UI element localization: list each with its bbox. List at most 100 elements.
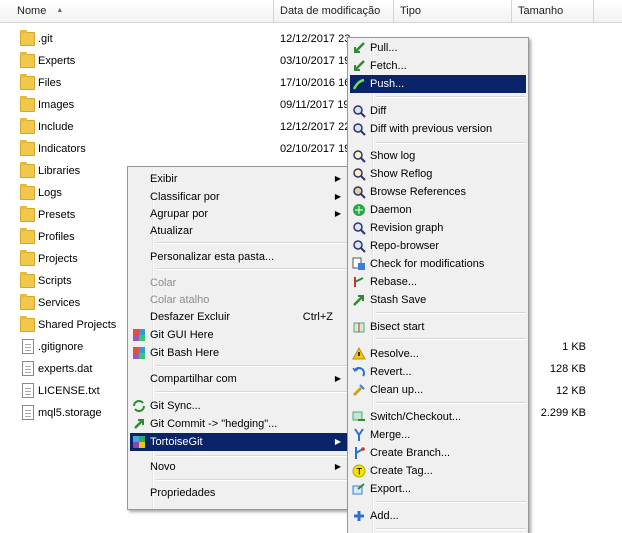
menu-item-merge[interactable]: Merge... [350, 426, 526, 444]
menu-item-novo[interactable]: Novo ▶ [130, 458, 347, 476]
menu-separator [156, 455, 347, 457]
folder-icon [20, 228, 35, 244]
menu-item-git-commit[interactable]: Git Commit -> "hedging"... [130, 415, 347, 433]
menu-item-label: Show Reflog [370, 168, 433, 180]
menu-item-diff-previous[interactable]: Diff with previous version [350, 120, 526, 138]
menu-separator [376, 338, 526, 340]
folder-icon [20, 206, 35, 222]
tag-icon: T [352, 464, 366, 478]
menu-item-add[interactable]: Add... [350, 507, 526, 525]
menu-item-exibir[interactable]: Exibir ▶ [130, 170, 347, 188]
bisect-icon [353, 322, 365, 333]
menu-item-fetch[interactable]: Fetch... [350, 57, 526, 75]
menu-item-stash-save[interactable]: Stash Save [350, 291, 526, 309]
menu-separator [376, 142, 526, 144]
column-name-label: Nome [17, 5, 47, 17]
file-name: LICENSE.txt [38, 385, 100, 397]
menu-item-desfazer[interactable]: Desfazer Excluir Ctrl+Z [130, 308, 347, 326]
menu-item-label: Stash Save [370, 294, 427, 306]
menu-item-label: Personalizar esta pasta... [150, 251, 275, 263]
menu-separator [376, 501, 526, 503]
menu-separator [376, 96, 526, 98]
menu-item-label: Git Bash Here [150, 347, 220, 359]
menu-item-git-bash[interactable]: Git Bash Here [130, 344, 347, 362]
menu-item-push[interactable]: Push... [350, 75, 526, 93]
menu-item-personalizar[interactable]: Personalizar esta pasta... [130, 248, 347, 266]
column-size[interactable]: Tamanho [512, 0, 594, 22]
menu-item-tortoisegit[interactable]: TortoiseGit ▶ [130, 433, 347, 451]
folder-icon [20, 162, 35, 178]
menu-item-show-reflog[interactable]: Show Reflog [350, 165, 526, 183]
menu-item-label: TortoiseGit [150, 436, 203, 448]
menu-item-revert[interactable]: Revert... [350, 363, 526, 381]
folder-icon [20, 250, 35, 266]
menu-item-label: Daemon [370, 204, 412, 216]
menu-item-label: Merge... [370, 429, 411, 441]
submenu-arrow-icon: ▶ [334, 374, 341, 383]
menu-item-revision-graph[interactable]: Revision graph [350, 219, 526, 237]
menu-item-compartilhar[interactable]: Compartilhar com ▶ [130, 370, 347, 388]
menu-separator [376, 312, 526, 314]
menu-item-daemon[interactable]: Daemon [350, 201, 526, 219]
menu-item-label: Repo-browser [370, 240, 440, 252]
fetch-icon [354, 60, 365, 71]
menu-item-atualizar[interactable]: Atualizar [130, 222, 347, 240]
magnifier-icon [353, 105, 366, 118]
stash-save-icon [353, 295, 364, 306]
menu-separator [156, 268, 347, 270]
menu-item-label: Agrupar por [150, 208, 209, 220]
menu-item-git-gui[interactable]: Git GUI Here [130, 326, 347, 344]
folder-icon [20, 294, 35, 310]
file-name: Indicators [38, 143, 86, 155]
file-name: Services [38, 297, 81, 309]
repo-browser-icon [353, 240, 366, 253]
branch-icon [355, 447, 365, 459]
menu-item-colar-atalho[interactable]: Colar atalho [130, 291, 347, 309]
column-date[interactable]: Data de modificação [274, 0, 394, 22]
browse-references-icon [353, 186, 366, 199]
menu-item-agrupar[interactable]: Agrupar por ▶ [130, 205, 347, 223]
menu-item-create-branch[interactable]: Create Branch... [350, 444, 526, 462]
column-name[interactable]: Nome ▲ [0, 0, 274, 22]
menu-item-create-tag[interactable]: T Create Tag... [350, 462, 526, 480]
menu-item-check-modifications[interactable]: Check for modifications [350, 255, 526, 273]
file-name: Profiles [38, 231, 75, 243]
git-gui-icon [133, 329, 145, 341]
merge-icon [354, 428, 364, 441]
menu-item-repo-browser[interactable]: Repo-browser [350, 237, 526, 255]
file-name: Libraries [38, 165, 81, 177]
folder-icon [20, 184, 35, 200]
file-name: Shared Projects [38, 319, 117, 331]
log-icon [353, 150, 366, 163]
menu-shortcut: Ctrl+Z [302, 311, 333, 323]
menu-item-classificar[interactable]: Classificar por ▶ [130, 188, 347, 206]
submenu-arrow-icon: ▶ [334, 437, 341, 446]
menu-item-switch-checkout[interactable]: Switch/Checkout... [350, 408, 526, 426]
menu-item-colar[interactable]: Colar [130, 274, 347, 292]
menu-item-diff[interactable]: Diff [350, 102, 526, 120]
menu-item-export[interactable]: Export... [350, 480, 526, 498]
export-icon [352, 483, 365, 495]
menu-item-git-sync[interactable]: Git Sync... [130, 397, 347, 415]
menu-item-pull[interactable]: Pull... [350, 39, 526, 57]
menu-item-bisect-start[interactable]: Bisect start [350, 318, 526, 336]
column-type-label: Tipo [400, 5, 421, 17]
menu-item-label: Classificar por [150, 191, 220, 203]
submenu-arrow-icon: ▶ [334, 174, 341, 183]
push-icon [352, 78, 365, 90]
folder-icon [20, 74, 35, 90]
menu-item-propriedades[interactable]: Propriedades [130, 484, 347, 502]
menu-item-clean-up[interactable]: Clean up... [350, 381, 526, 399]
folder-icon [20, 118, 35, 134]
menu-item-show-log[interactable]: Show log [350, 147, 526, 165]
menu-item-rebase[interactable]: Rebase... [350, 273, 526, 291]
magnifier-icon [353, 123, 366, 136]
file-name: Scripts [38, 275, 72, 287]
menu-item-resolve[interactable]: Resolve... [350, 345, 526, 363]
file-name: Projects [38, 253, 78, 265]
file-date: 03/10/2017 19 [280, 55, 351, 67]
menu-separator [156, 391, 347, 393]
tortoisegit-submenu: Pull... Fetch... Push... Diff Diff with … [347, 37, 529, 533]
column-type[interactable]: Tipo [394, 0, 512, 22]
menu-item-browse-references[interactable]: Browse References [350, 183, 526, 201]
